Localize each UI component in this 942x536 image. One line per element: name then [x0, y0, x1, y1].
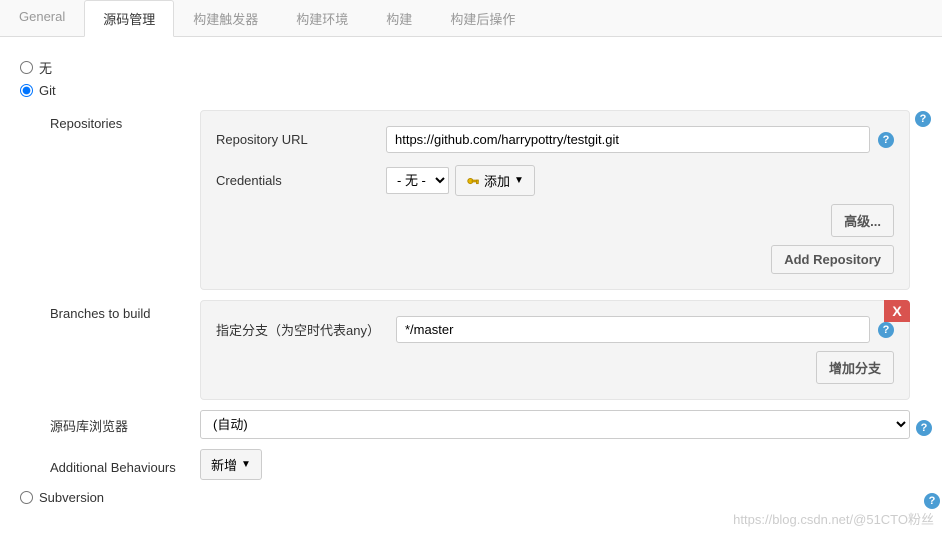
- repo-url-input[interactable]: [386, 126, 870, 153]
- radio-git[interactable]: [20, 84, 33, 97]
- add-behaviour-button[interactable]: 新增 ▼: [200, 449, 262, 480]
- help-icon[interactable]: ?: [916, 420, 932, 436]
- add-repository-button[interactable]: Add Repository: [771, 245, 894, 274]
- repo-browser-label: 源码库浏览器: [50, 410, 200, 435]
- add-credentials-button[interactable]: 添加 ▼: [455, 165, 535, 196]
- tab-scm[interactable]: 源码管理: [84, 0, 174, 37]
- branch-spec-input[interactable]: [396, 316, 870, 343]
- radio-none-label: 无: [39, 58, 52, 77]
- branches-block: X 指定分支（为空时代表any） ? 增加分支: [200, 300, 910, 400]
- credentials-select[interactable]: - 无 -: [386, 167, 449, 194]
- git-section: Repositories ? Repository URL ? Credenti…: [50, 110, 932, 480]
- branch-spec-label: 指定分支（为空时代表any）: [216, 320, 396, 339]
- scm-option-subversion[interactable]: Subversion ?: [20, 490, 932, 505]
- config-tabs: General 源码管理 构建触发器 构建环境 构建 构建后操作: [0, 0, 942, 37]
- scm-option-none[interactable]: 无: [20, 58, 932, 77]
- key-icon: [466, 174, 480, 188]
- help-icon[interactable]: ?: [878, 322, 894, 338]
- delete-branch-button[interactable]: X: [884, 300, 910, 322]
- tab-build[interactable]: 构建: [367, 0, 431, 36]
- add-branch-button[interactable]: 增加分支: [816, 351, 894, 384]
- scm-option-git[interactable]: Git: [20, 83, 932, 98]
- branches-label: Branches to build: [50, 300, 200, 321]
- caret-down-icon: ▼: [241, 459, 251, 470]
- behaviours-label: Additional Behaviours: [50, 454, 200, 475]
- tab-env[interactable]: 构建环境: [277, 0, 367, 36]
- help-icon[interactable]: ?: [915, 111, 931, 127]
- radio-subversion[interactable]: [20, 491, 33, 504]
- radio-subversion-label: Subversion: [39, 490, 104, 505]
- repositories-block: ? Repository URL ? Credentials - 无 -: [200, 110, 910, 290]
- repositories-label: Repositories: [50, 110, 200, 131]
- credentials-label: Credentials: [216, 173, 386, 188]
- caret-down-icon: ▼: [514, 175, 524, 186]
- repo-url-label: Repository URL: [216, 132, 386, 147]
- tab-triggers[interactable]: 构建触发器: [174, 0, 277, 36]
- advanced-button[interactable]: 高级...: [831, 204, 894, 237]
- scm-content: 无 Git Repositories ? Repository URL ? Cr…: [0, 37, 942, 521]
- radio-git-label: Git: [39, 83, 56, 98]
- tab-post[interactable]: 构建后操作: [431, 0, 534, 36]
- help-icon[interactable]: ?: [878, 132, 894, 148]
- radio-none[interactable]: [20, 61, 33, 74]
- help-icon[interactable]: ?: [924, 493, 940, 509]
- repo-browser-select[interactable]: (自动): [200, 410, 910, 439]
- tab-general[interactable]: General: [0, 0, 84, 36]
